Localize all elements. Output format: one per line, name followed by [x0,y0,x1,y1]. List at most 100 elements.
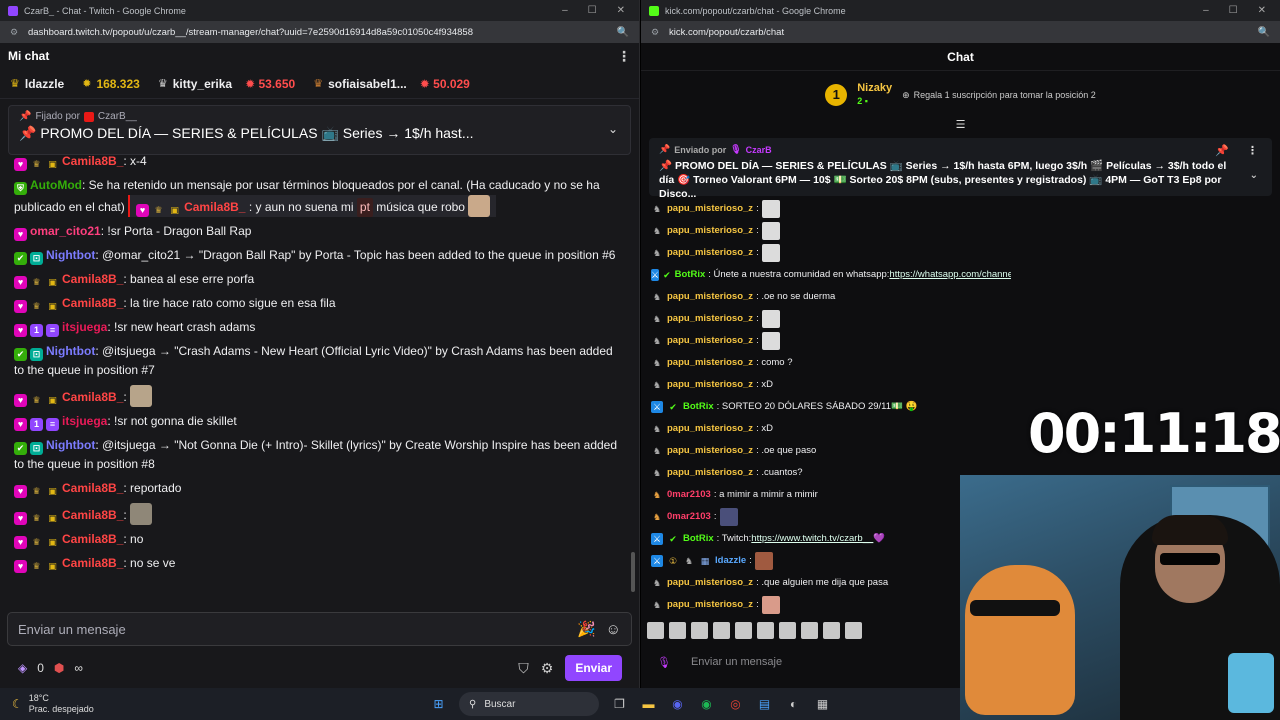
discord-icon[interactable]: ◉ [669,696,686,713]
chat-message: ✔ ⊡ Nightbot: @omar_cito21 → "Dragon Ball … [14,246,618,265]
emote-image [129,503,152,525]
weather-widget[interactable]: ☾ 18°C Prac. despejado [0,693,430,715]
chat-input[interactable]: Enviar un mensaje 🎉 ☺ [7,612,632,646]
emote-quick-pick[interactable] [713,622,730,639]
emote-image [761,222,780,240]
chevron-down-icon[interactable]: ⌄ [1250,170,1258,181]
twitch-link[interactable]: https://www.twitch.tv/czarb__ [751,531,873,547]
pinned-by: 📌 Enviado por 🎙 CzarB [659,144,772,155]
emote-quick-pick[interactable] [735,622,752,639]
minimize-icon[interactable]: – [1203,5,1209,16]
close-icon[interactable]: ✕ [1258,5,1266,16]
url-text[interactable]: kick.com/popout/czarb/chat [669,27,1258,38]
channel-points[interactable]: ◈ 0 ⬢ ∞ [18,661,518,675]
emote-quick-bar [647,622,862,639]
emote-quick-pick[interactable] [779,622,796,639]
chat-footer: ◈ 0 ⬢ ∞ ⛉ ⚙ Enviar [0,654,639,682]
chat-message: ♞ papu_misterioso_z: xD [652,379,773,390]
more-options-icon[interactable]: ⋮ [617,48,631,65]
chat-input-placeholder[interactable]: Enviar un mensaje [691,656,782,668]
emote-quick-pick[interactable] [691,622,708,639]
emote-quick-pick[interactable] [757,622,774,639]
leaderboard-entry[interactable]: ♛ ldazzle [10,77,64,91]
emote-image [761,244,780,262]
chat-message: ♥ ♛ ▣ Camila8B_: la tire hace rato como sig… [14,294,618,313]
crown-icon: ♛ [313,78,324,90]
obs-icon[interactable]: ◐ [785,696,802,713]
emote-image [761,310,780,328]
bits-cheer-icon[interactable]: 🎉 [577,620,596,638]
chat-message: ♞ papu_misterioso_z: .que alguien me dija… [652,577,889,588]
notepad-icon[interactable]: ▤ [756,696,773,713]
chat-message: ⚔ ✔ BotRix: SORTEO 20 DÓLARES SÁBADO 29/11… [651,401,918,413]
emote-quick-pick[interactable] [647,622,664,639]
windows-taskbar: ☾ 18°C Prac. despejado ⊞ ⚲ Buscar ❐ ▬ ◉ ◉ … [0,688,960,720]
start-menu-icon[interactable]: ⊞ [430,696,447,713]
sub-gift-leaderboard: 1 Nizaky 2 ▪ ⊕ Regala 1 suscripción para t… [641,71,1280,119]
taskbar-search[interactable]: ⚲ Buscar [459,692,599,716]
emote-image [129,385,152,407]
site-info-icon[interactable]: ⚙ [10,27,20,37]
address-bar[interactable]: ⚙ dashboard.twitch.tv/popout/u/czarb__/s… [0,21,639,43]
leaderboard-entry[interactable]: ♛ kitty_erika ✹ 53.650 [158,77,295,91]
leaderboard-entry[interactable]: ✹ 168.323 [82,77,140,91]
pinned-message[interactable]: 📌 Fijado por CzarB__ 📌 PROMO DEL DÍA — S… [8,105,631,155]
emote-quick-pick[interactable] [801,622,818,639]
avatar [83,111,94,122]
shield-icon[interactable]: ⛉ [518,660,529,677]
unpin-icon[interactable]: 📌 [1215,144,1229,157]
spotify-icon[interactable]: ◉ [698,696,715,713]
chat-message: ✔ ⊡ Nightbot: @itsjuega → "Not Gonna Die (… [14,438,618,471]
top-gifter[interactable]: Nizaky 2 ▪ [857,82,892,108]
maximize-icon[interactable]: ☐ [588,5,597,16]
chevron-down-icon[interactable]: ⌄ [608,122,618,136]
calculator-icon[interactable]: ▦ [814,696,831,713]
emote-image [761,596,780,614]
chat-message-list[interactable]: ♞ papu_misterioso_z: ♞ papu_misterioso_z: … [651,198,1011,616]
emote-quick-pick[interactable] [823,622,840,639]
chat-scrollbar[interactable] [630,152,636,604]
more-options-icon[interactable]: ⋮ [1247,144,1258,157]
minimize-icon[interactable]: – [562,5,568,16]
whatsapp-link[interactable]: https://whatsapp.com/channel/0029Va8edn1… [889,267,1011,283]
chat-message: ♥ ♛ ▣ Camila8B_: banea al ese erre porfa [14,270,618,289]
chat-message: ♞ papu_misterioso_z: .cuantos? [652,467,803,478]
emote-image [467,195,490,217]
chat-message: ✔ ⊡ Nightbot: @itsjuega → "Crash Adams - N… [14,344,613,377]
file-explorer-icon[interactable]: ▬ [640,696,657,713]
chat-message: ♞ papu_misterioso_z: [651,308,1011,330]
scrollbar-thumb[interactable] [631,552,635,592]
chat-message: ♥ 1 ≡ itsjuega: !sr new heart crash adams [14,318,618,337]
zoom-icon[interactable]: 🔍 [617,27,629,38]
gear-icon[interactable]: ⚙ [541,660,554,677]
close-icon[interactable]: ✕ [617,5,625,16]
send-button[interactable]: Enviar [565,655,622,681]
chat-message: ♞ 0mar2103: [651,506,1011,528]
zoom-icon[interactable]: 🔍 [1258,27,1270,38]
chrome-icon[interactable]: ◎ [727,696,744,713]
url-text[interactable]: dashboard.twitch.tv/popout/u/czarb__/str… [28,27,617,38]
leaderboard-entry[interactable]: ♛ sofiaisabel1... ✹ 50.029 [313,77,470,91]
emote-quick-pick[interactable] [845,622,862,639]
chat-message: ♞ 0mar2103: a mimir a mimir a mimir [652,489,818,500]
leaderboard: ♛ ldazzle ✹ 168.323 ♛ kitty_erika ✹ 53.650 ♛… [0,69,639,99]
site-info-icon[interactable]: ⚙ [651,27,661,37]
emote-quick-pick[interactable] [669,622,686,639]
mic-icon[interactable]: 🎙 [657,656,671,669]
pinned-message[interactable]: 📌 Enviado por 🎙 CzarB 📌 PROMO DEL DÍA — SER… [649,138,1272,200]
bits-icon: ✹ [82,78,92,90]
chat-message: ♞ papu_misterioso_z: [651,242,1011,264]
emoji-picker-icon[interactable]: ☺ [606,621,621,638]
chat-message: ♥ omar_cito21: !sr Porta - Dragon Ball Ra… [14,222,618,241]
task-view-icon[interactable]: ❐ [611,696,628,713]
chat-message: ♞ papu_misterioso_z: [651,220,1011,242]
address-bar[interactable]: ⚙ kick.com/popout/czarb/chat 🔍 [641,21,1280,43]
mic-icon: 🎙 [730,144,742,154]
chat-input-placeholder[interactable]: Enviar un mensaje [18,622,567,637]
maximize-icon[interactable]: ☐ [1229,5,1238,16]
chat-input[interactable]: 🎙 Enviar un mensaje [649,649,969,675]
collapse-handle-icon[interactable]: ☰ [641,119,1280,133]
chat-message: ♥ ♛ ▣ Camila8B_: x-4 [14,152,618,171]
pinned-text: 📌 PROMO DEL DÍA — SERIES & PELÍCULAS 📺 S… [19,125,474,141]
chat-message-list[interactable]: ♥ ♛ ▣ Camila8B_: x-4 ⛨ AutoMod: Se ha reteni… [0,152,632,604]
